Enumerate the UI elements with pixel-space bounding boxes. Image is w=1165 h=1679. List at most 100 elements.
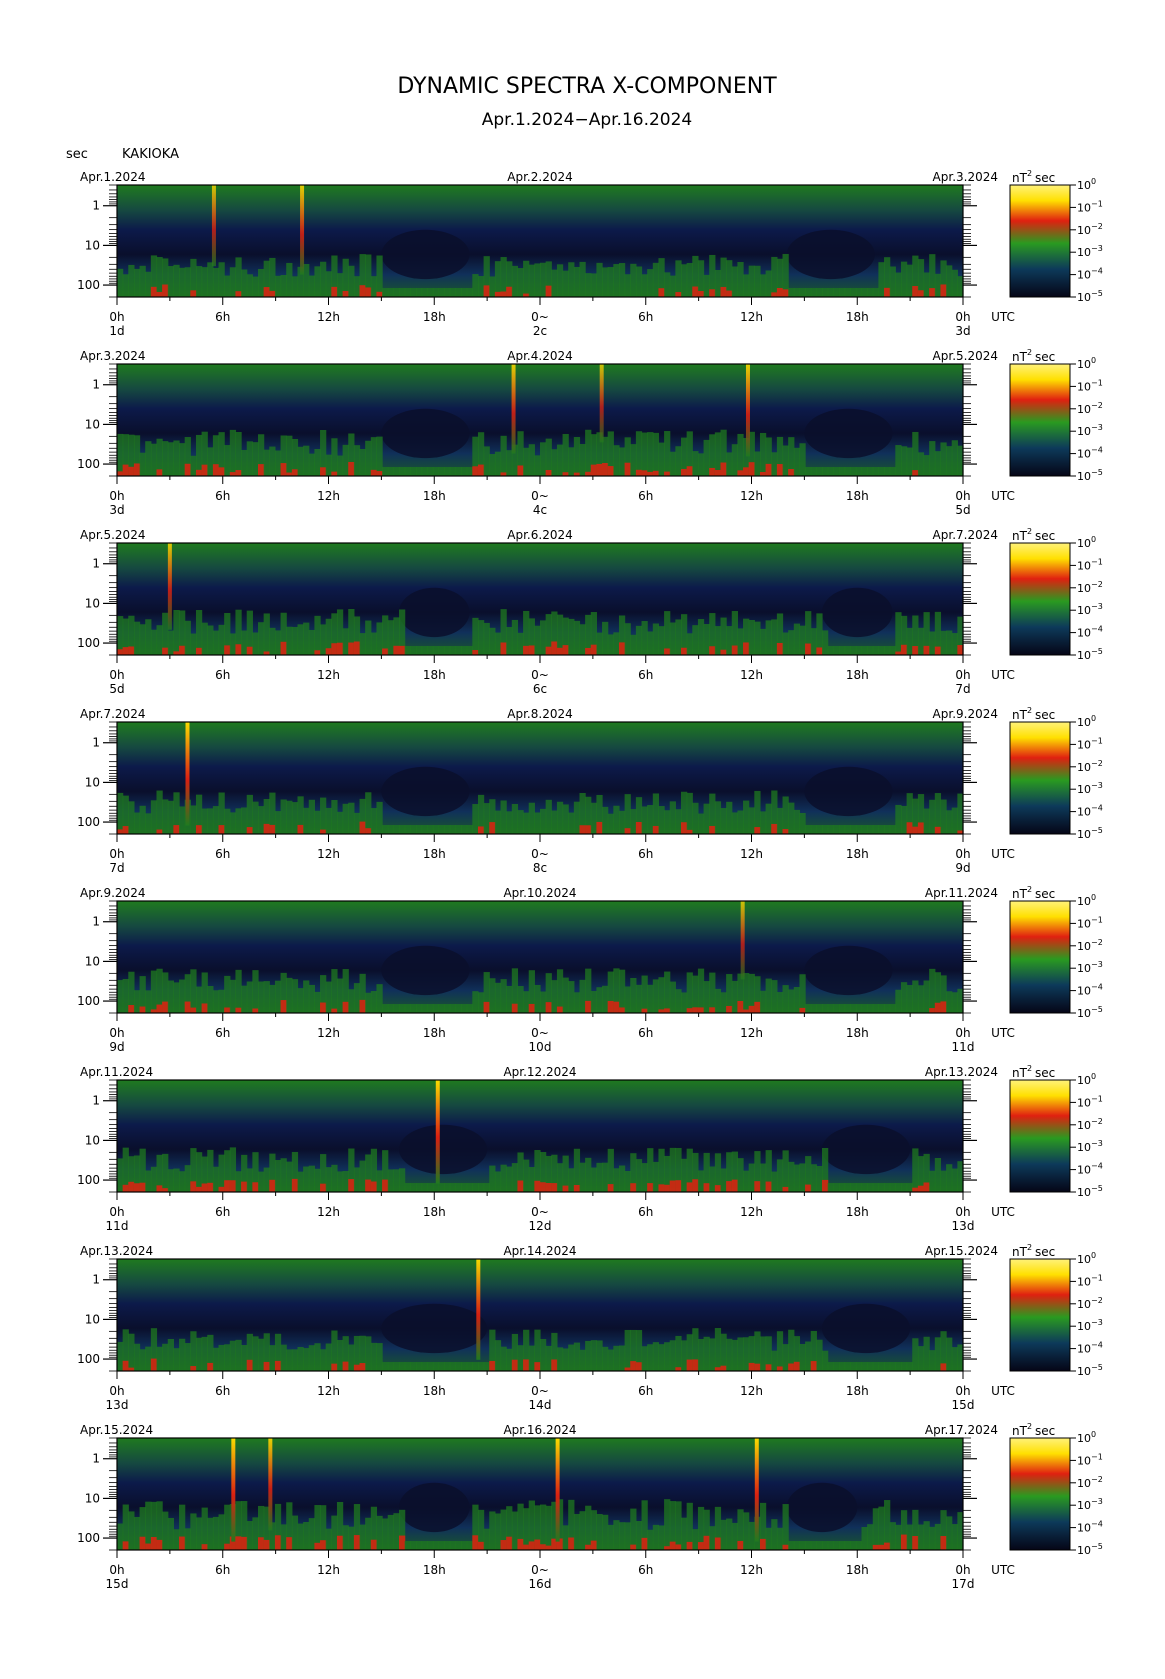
x-tick-label: 6h — [638, 1026, 653, 1040]
day-label: 9d — [955, 861, 970, 875]
activity-mark — [320, 797, 327, 834]
activity-mark — [342, 803, 349, 834]
activity-mark — [308, 1345, 315, 1371]
x-axis-unit: UTC — [991, 1205, 1015, 1219]
activity-mark — [246, 1521, 253, 1550]
activity-mark — [731, 266, 738, 297]
activity-mark — [494, 261, 502, 297]
activity-mark — [884, 646, 891, 655]
y-tick-label: 1 — [92, 378, 100, 392]
activity-mark — [506, 985, 513, 1013]
high-power-mark — [590, 464, 597, 476]
y-tick-label: 10 — [85, 1491, 100, 1505]
activity-mark — [224, 445, 231, 476]
activity-mark — [641, 975, 648, 1013]
activity-mark — [511, 619, 519, 655]
activity-mark — [793, 986, 801, 1013]
activity-mark — [229, 1340, 237, 1371]
high-power-mark — [675, 1180, 682, 1192]
activity-mark — [336, 455, 344, 476]
activity-mark — [889, 1522, 896, 1550]
activity-mark — [556, 1163, 564, 1192]
activity-mark — [308, 984, 315, 1013]
activity-mark — [404, 467, 411, 476]
activity-mark — [461, 1541, 468, 1550]
x-tick-label: 0~ — [531, 310, 549, 324]
activity-mark — [376, 1515, 383, 1550]
colorbar-tick-label: 10−3 — [1077, 960, 1103, 975]
activity-mark — [771, 452, 778, 476]
activity-mark — [934, 451, 942, 476]
activity-mark — [263, 981, 270, 1013]
activity-mark — [117, 433, 124, 476]
high-power-mark — [376, 471, 383, 476]
high-power-mark — [884, 287, 891, 297]
day-label: 13d — [106, 1398, 129, 1412]
high-power-mark — [647, 471, 654, 476]
colorbar-tick-label: 10−1 — [1077, 736, 1103, 751]
activity-mark — [771, 1171, 778, 1192]
y-tick-label: 1 — [92, 1452, 100, 1466]
station-label: KAKIOKA — [122, 147, 179, 162]
colorbar-tick-label: 10−4 — [1077, 1520, 1103, 1535]
activity-mark — [822, 467, 829, 476]
colorbar-unit-label: nT2 sec — [1012, 169, 1055, 185]
activity-mark — [314, 266, 321, 297]
high-power-mark — [635, 469, 643, 476]
activity-mark — [387, 620, 394, 655]
activity-mark — [370, 276, 378, 297]
activity-mark — [810, 628, 817, 655]
activity-mark — [923, 1521, 930, 1550]
high-power-mark — [207, 1182, 214, 1192]
high-power-mark — [607, 1184, 614, 1192]
high-power-mark — [540, 1182, 547, 1192]
activity-mark — [235, 1171, 242, 1192]
activity-mark — [895, 1524, 902, 1550]
high-power-mark — [534, 1539, 541, 1550]
activity-mark — [686, 262, 693, 297]
activity-mark — [139, 1349, 146, 1371]
high-power-mark — [709, 1007, 716, 1013]
activity-mark — [934, 273, 942, 297]
activity-mark — [669, 451, 676, 476]
high-power-mark — [658, 1184, 665, 1192]
quiet-region — [822, 1124, 911, 1175]
pulse-spike — [300, 185, 305, 275]
activity-mark — [884, 1004, 891, 1013]
activity-mark — [850, 1183, 857, 1192]
activity-mark — [336, 978, 344, 1013]
activity-mark — [568, 812, 575, 834]
panel-5: Apr.9.2024 Apr.10.2024 Apr.11.2024 nT2 sec11… — [77, 885, 1103, 1054]
activity-mark — [686, 633, 693, 655]
high-power-mark — [664, 1184, 671, 1192]
x-tick-label: 12h — [317, 847, 340, 861]
activity-mark — [726, 801, 733, 834]
day-label: 13d — [952, 1219, 975, 1233]
activity-mark — [122, 274, 129, 297]
activity-mark — [703, 981, 710, 1013]
high-power-mark — [320, 829, 327, 834]
activity-mark — [280, 799, 287, 834]
activity-mark — [489, 1165, 496, 1192]
x-tick-label: 18h — [423, 489, 446, 503]
activity-mark — [432, 1183, 440, 1192]
activity-mark — [675, 1501, 682, 1550]
activity-mark — [128, 801, 135, 834]
x-tick-label: 18h — [423, 847, 446, 861]
high-power-mark — [534, 1362, 541, 1371]
activity-mark — [258, 1338, 265, 1371]
activity-mark — [664, 272, 671, 297]
activity-mark — [805, 1004, 812, 1013]
activity-mark — [714, 988, 722, 1013]
activity-mark — [878, 1506, 885, 1550]
high-power-mark — [252, 1182, 259, 1192]
chart-title: DYNAMIC SPECTRA X-COMPONENT — [397, 74, 777, 99]
activity-mark — [669, 622, 676, 655]
high-power-mark — [139, 1006, 146, 1013]
activity-mark — [195, 1517, 203, 1550]
x-tick-label: 0h — [109, 489, 124, 503]
activity-mark — [720, 617, 727, 655]
activity-mark — [556, 969, 564, 1013]
activity-mark — [173, 982, 180, 1013]
activity-mark — [303, 1521, 310, 1550]
